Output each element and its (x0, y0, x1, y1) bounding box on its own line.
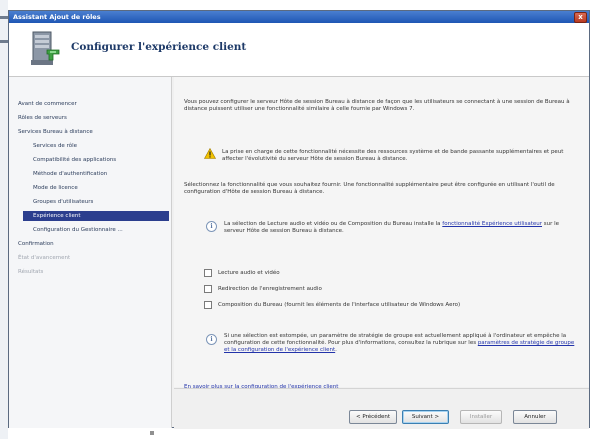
info-text: La sélection de Lecture audio et vidéo o… (224, 221, 443, 227)
server-roles-wizard-icon (31, 31, 60, 65)
nav-step-client-experience[interactable]: Expérience client (23, 211, 169, 221)
nav-step-before-you-begin[interactable]: Avant de commencer (18, 99, 77, 109)
nav-step-role-services[interactable]: Services de rôle (33, 141, 77, 151)
checkbox-label: Redirection de l'enregistrement audio (218, 286, 322, 292)
checkbox-label: Lecture audio et vidéo (218, 270, 280, 276)
warning-text: La prise en charge de cette fonctionnali… (222, 149, 564, 162)
user-experience-link[interactable]: fonctionnalité Expérience utilisateur (442, 221, 542, 227)
intro-text: Vous pouvez configurer le serveur Hôte d… (184, 99, 570, 112)
previous-button[interactable]: < Précédent (349, 410, 397, 424)
nav-step-authentication[interactable]: Méthode d'authentification (33, 169, 107, 179)
nav-step-app-compatibility[interactable]: Compatibilité des applications (33, 155, 116, 165)
nav-step-server-roles[interactable]: Rôles de serveurs (18, 113, 67, 123)
nav-step-confirmation[interactable]: Confirmation (18, 239, 54, 249)
desktop-fragment (0, 40, 8, 43)
desktop-edge (0, 0, 8, 439)
nav-step-licensing-mode[interactable]: Mode de licence (33, 183, 78, 193)
checkbox-row-audio-video[interactable]: Lecture audio et vidéo (204, 268, 280, 278)
checkbox-row-desktop-composition[interactable]: Composition du Bureau (fournit les éléme… (204, 300, 460, 310)
nav-step-manager-config[interactable]: Configuration du Gestionnaire ... (33, 225, 123, 235)
nav-step-user-groups[interactable]: Groupes d'utilisateurs (33, 197, 93, 207)
install-button: Installer (460, 410, 502, 424)
next-button[interactable]: Suivant > (402, 410, 449, 424)
nav-step-remote-desktop-services[interactable]: Services Bureau à distance (18, 127, 93, 137)
info-audio-video: La sélection de Lecture audio et vidéo o… (224, 221, 574, 235)
wizard-header: Configurer l'expérience client (9, 23, 589, 77)
wizard-content: Vous pouvez configurer le serveur Hôte d… (174, 77, 589, 390)
warning-icon (204, 148, 216, 159)
info-group-policy: Si une sélection est estompée, un paramè… (224, 333, 579, 354)
wizard-footer: < Précédent Suivant > Installer Annuler (174, 388, 589, 429)
audio-video-checkbox[interactable] (204, 268, 212, 277)
page-title: Configurer l'expérience client (71, 41, 247, 53)
checkbox-row-audio-recording[interactable]: Redirection de l'enregistrement audio (204, 284, 322, 294)
info-icon: i (206, 221, 217, 232)
info-icon: i (206, 334, 217, 345)
window-title: Assistant Ajout de rôles (13, 13, 101, 21)
nav-step-results: Résultats (18, 269, 44, 275)
desktop-fragment (150, 431, 154, 435)
info-text: . (335, 347, 337, 353)
nav-step-progress: État d'avancement (18, 255, 71, 261)
checkbox-label: Composition du Bureau (fournit les éléme… (218, 302, 461, 308)
wizard-steps-nav: Avant de commencer Rôles de serveurs Ser… (9, 77, 172, 428)
wizard-window: Assistant Ajout de rôles x Configurer l'… (8, 10, 590, 429)
select-instructions: Sélectionnez la fonctionnalité que vous … (184, 182, 555, 195)
close-icon[interactable]: x (574, 12, 587, 23)
audio-recording-checkbox[interactable] (204, 284, 212, 293)
desktop-composition-checkbox[interactable] (204, 300, 212, 309)
desktop-fragment (0, 16, 8, 19)
title-bar[interactable]: Assistant Ajout de rôles x (9, 11, 589, 23)
cancel-button[interactable]: Annuler (513, 410, 557, 424)
